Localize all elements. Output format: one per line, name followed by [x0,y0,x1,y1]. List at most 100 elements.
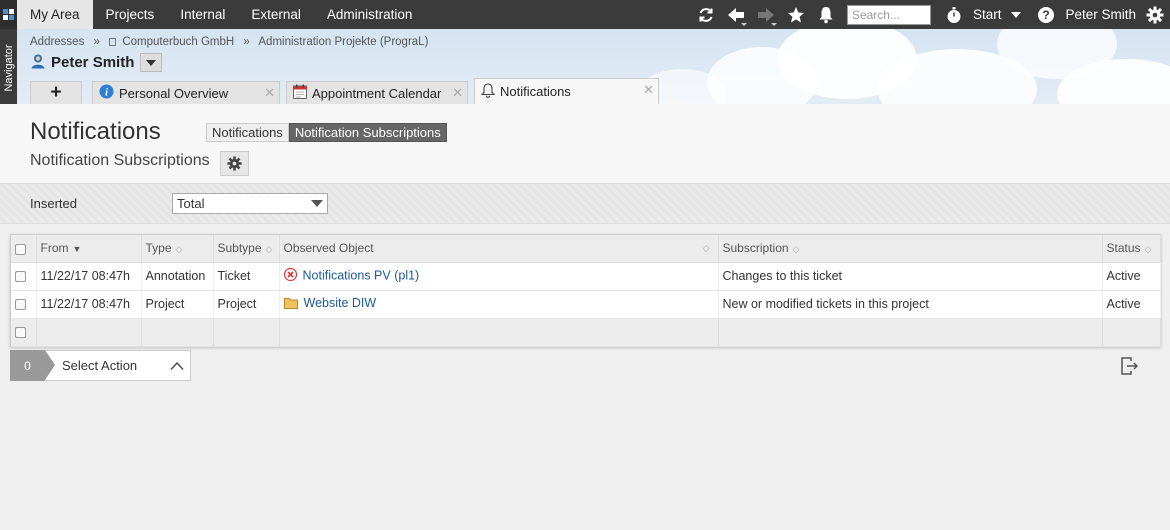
user-menu-label[interactable]: Peter Smith [1061,7,1140,22]
nav-administration[interactable]: Administration [314,0,426,29]
view-tab-notifications[interactable]: Notifications [206,123,289,142]
select-all-cell [11,235,37,263]
page-subtitle: Notification Subscriptions [30,152,210,169]
subscriptions-table: From ▼ Type ◇ Subtype ◇ Observed Object ◇ Su… [10,234,1161,347]
tab-bar: + i Personal Overview ✕ Appointment Cale… [30,78,665,104]
cell-subtype: Ticket [213,262,280,291]
forward-history-caret-icon[interactable] [770,23,777,26]
footer-cell [1102,318,1161,347]
cell-observed-object: Website DIW [279,290,719,319]
table-row[interactable]: 11/22/17 08:47h Project Project Website … [11,290,1161,319]
add-tab-button[interactable]: + [30,81,82,104]
person-name[interactable]: Peter Smith [51,54,134,71]
star-icon[interactable] [781,0,811,29]
select-action-dropdown[interactable]: 0 Select Action [10,350,191,381]
breadcrumb-separator: » [243,36,250,48]
table-header-row: From ▼ Type ◇ Subtype ◇ Observed Object ◇ Su… [11,235,1161,263]
footer-checkbox[interactable] [15,327,26,339]
person-context: Peter Smith [30,53,163,72]
cell-status: Active [1102,290,1161,319]
tab-notifications[interactable]: Notifications ✕ [474,78,659,104]
nav-external[interactable]: External [238,0,314,29]
table-row[interactable]: 11/22/17 08:47h Annotation Ticket Notifi… [11,262,1161,291]
cell-observed-object: Notifications PV (pl1) [279,262,719,291]
sort-desc-icon: ▼ [72,244,82,255]
row-select-cell [11,262,37,291]
top-right-toolbar: Start ? Peter Smith [691,0,1170,29]
footer-cell [718,318,1103,347]
row-checkbox[interactable] [15,271,26,283]
tab-label: Notifications [500,84,571,99]
select-action-label: Select Action [62,358,138,373]
main-content: Notifications Notifications Notification… [0,104,1170,530]
cell-from: 11/22/17 08:47h [36,262,142,291]
table-footer-row [11,318,1161,347]
sort-icon: ◇ [792,244,800,255]
view-settings-button[interactable] [220,151,249,176]
search-input[interactable] [846,4,931,25]
navigator-label: Navigator [3,44,15,92]
inserted-filter-select[interactable]: Total [172,193,328,214]
column-header-status[interactable]: Status ◇ [1102,235,1161,263]
building-icon [109,38,117,46]
back-history-caret-icon[interactable] [740,23,747,26]
view-tab-notification-subscriptions[interactable]: Notification Subscriptions [288,123,447,142]
observed-object-link[interactable]: Notifications PV (pl1) [303,268,420,282]
tab-appointment-calendar[interactable]: Appointment Calendar ✕ [286,81,468,104]
breadcrumb-item[interactable]: Administration Projekte (PrograL) [258,36,428,48]
tab-personal-overview[interactable]: i Personal Overview ✕ [92,81,280,104]
breadcrumb-item[interactable]: Addresses [30,36,84,48]
svg-text:?: ? [1043,8,1050,22]
close-icon[interactable]: ✕ [452,85,463,101]
column-label: Type [145,241,172,256]
nav-projects[interactable]: Projects [93,0,168,29]
column-header-type[interactable]: Type ◇ [141,235,214,263]
nav-internal[interactable]: Internal [167,0,238,29]
help-icon[interactable]: ? [1031,0,1061,29]
start-menu-label[interactable]: Start [969,7,1006,22]
column-header-observed-object[interactable]: Observed Object ◇ [279,235,719,263]
row-select-cell [11,290,37,319]
person-icon [30,53,46,72]
cell-subscription: New or modified tickets in this project [718,290,1103,319]
column-label: Status [1106,241,1141,256]
column-label: Subtype [217,241,262,256]
bell-icon [480,82,496,101]
refresh-icon[interactable] [691,0,721,29]
column-label: Observed Object [283,241,374,256]
navigator-sidebar[interactable]: Navigator [0,29,17,115]
stopwatch-icon[interactable] [939,0,969,29]
row-checkbox[interactable] [15,299,26,311]
column-header-from[interactable]: From ▼ [36,235,142,263]
breadcrumb-item[interactable]: Computerbuch GmbH [122,36,234,48]
column-label: Subscription [722,241,789,256]
calendar-icon [293,84,307,102]
start-dropdown-icon[interactable] [1011,11,1022,18]
breadcrumb: Addresses » Computerbuch GmbH » Administ… [30,36,428,48]
sort-icon: ◇ [702,243,710,253]
export-icon[interactable] [1120,357,1140,378]
app-logo-icon[interactable] [0,0,17,29]
back-arrow-icon[interactable] [721,0,751,29]
column-header-subtype[interactable]: Subtype ◇ [213,235,280,263]
chevron-down-icon [311,200,323,207]
footer-cell [213,318,280,347]
person-dropdown-button[interactable] [140,53,163,72]
observed-object-link[interactable]: Website DIW [304,296,377,310]
forward-arrow-icon[interactable] [751,0,781,29]
select-all-checkbox[interactable] [15,243,26,255]
sort-icon: ◇ [265,244,273,255]
cell-subtype: Project [213,290,280,319]
cell-status: Active [1102,262,1161,291]
column-header-subscription[interactable]: Subscription ◇ [718,235,1103,263]
close-icon[interactable]: ✕ [643,82,654,98]
column-label: From [40,241,69,256]
breadcrumb-separator: » [93,36,100,48]
gear-icon[interactable] [1140,0,1170,29]
bell-icon[interactable] [811,0,841,29]
chevron-down-icon [146,59,157,66]
chevron-up-icon [170,361,184,371]
selected-count-badge: 0 [10,350,55,381]
close-icon[interactable]: ✕ [264,85,275,101]
nav-my-area[interactable]: My Area [17,0,93,29]
